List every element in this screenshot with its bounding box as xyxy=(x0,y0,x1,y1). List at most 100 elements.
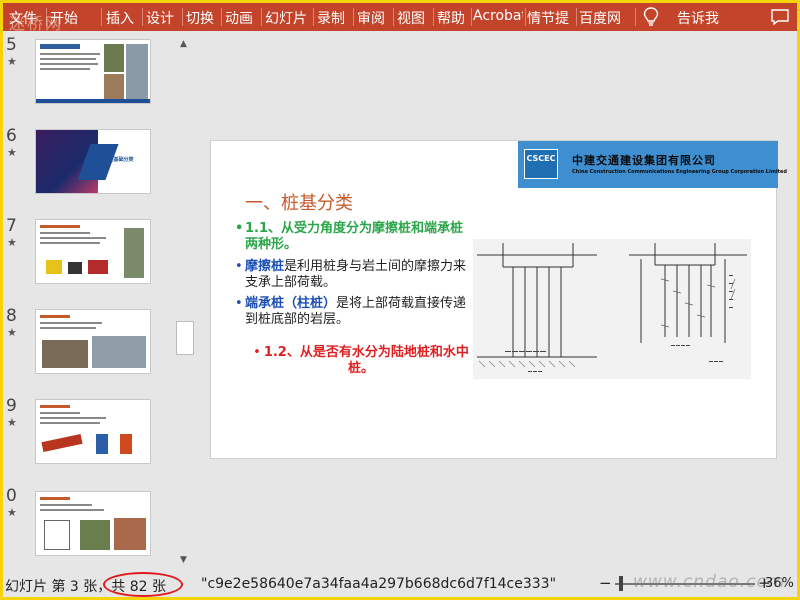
tab-separator xyxy=(46,8,47,26)
tab-review[interactable]: 审阅 xyxy=(357,8,391,28)
slide-title[interactable]: 一、桩基分类 xyxy=(245,189,353,215)
company-logo: CSCEC xyxy=(524,149,558,179)
editor-scrollbar[interactable] xyxy=(789,31,797,571)
thumb-text-line xyxy=(40,417,106,419)
tab-separator xyxy=(433,8,434,26)
tab-separator xyxy=(313,8,314,26)
animation-star-icon: ★ xyxy=(7,236,17,249)
bullet-text: 1.1、从受力角度分为摩擦桩和端承桩两种形。 xyxy=(245,221,464,252)
scroll-down-icon[interactable]: ▼ xyxy=(180,555,187,565)
thumb-title-bar xyxy=(40,225,80,228)
tab-acrobat[interactable]: Acrobat xyxy=(473,8,523,24)
thumb-text-line xyxy=(40,242,100,244)
slide-thumbnail-8[interactable] xyxy=(35,309,151,374)
slide-thumbnail-5[interactable] xyxy=(35,39,151,104)
bullet-marker: • xyxy=(235,221,244,236)
tab-file[interactable]: 文件 xyxy=(9,8,43,28)
tab-separator xyxy=(525,8,526,26)
bullet-marker: • xyxy=(253,345,261,360)
bullet-force-classification[interactable]: • 1.1、从受力角度分为摩擦桩和端承桩两种形。 xyxy=(235,221,470,253)
thumb-text-line xyxy=(40,232,90,234)
tab-separator xyxy=(221,8,222,26)
tab-separator xyxy=(393,8,394,26)
thumb-text-line xyxy=(40,68,90,70)
thumb-photo xyxy=(41,433,83,453)
thumb-title-bar xyxy=(40,497,70,500)
comment-icon[interactable] xyxy=(770,8,790,30)
slide-thumbnail-7[interactable] xyxy=(35,219,151,284)
thumbnail-number: 0 xyxy=(6,486,17,506)
animation-star-icon: ★ xyxy=(7,326,17,339)
company-name-cn: 中建交通建设集团有限公司 xyxy=(572,154,716,167)
animation-star-icon: ★ xyxy=(7,146,17,159)
thumb-photo xyxy=(68,262,82,274)
thumb-photo xyxy=(80,520,110,550)
tab-separator xyxy=(353,8,354,26)
slide-name: "c9e2e58640e7a34faa4a297b668dc6d7f14ce33… xyxy=(201,576,557,592)
tab-insert[interactable]: 插入 xyxy=(106,8,140,28)
thumb-text-line xyxy=(40,53,100,55)
thumb-footer-bar xyxy=(36,99,150,103)
pile-diagram-image[interactable] xyxy=(473,239,751,379)
thumb-photo xyxy=(104,74,124,100)
slide-thumbnail-6[interactable]: 2、桩基础分类 xyxy=(35,129,151,194)
bullet-friction-pile[interactable]: • 摩擦桩是利用桩身与岩土间的摩擦力来支承上部荷载。 xyxy=(235,259,470,291)
zoom-level[interactable]: 36% xyxy=(765,576,794,591)
scroll-up-icon[interactable]: ▲ xyxy=(180,39,187,49)
status-bar: 幻灯片 第 3 张，共 82 张 "c9e2e58640e7a34faa4a29… xyxy=(3,571,797,597)
tab-design[interactable]: 设计 xyxy=(146,8,180,28)
thumbnail-scrollbar[interactable]: ▲ ▼ xyxy=(174,31,196,571)
scrollbar-thumb[interactable] xyxy=(176,321,194,355)
thumb-title-bar xyxy=(40,44,80,49)
thumb-photo xyxy=(92,336,146,368)
tab-storyboard[interactable]: 情节提 xyxy=(527,8,573,28)
thumb-title-bar xyxy=(40,405,70,408)
red-circle-annotation xyxy=(103,572,183,597)
ribbon-tab-bar: 迷桥网 文件 开始 插入 设计 切换 动画 幻灯片 录制 审阅 视图 帮助 Ac… xyxy=(3,3,797,33)
thumb-section-title: 2、桩基础分类 xyxy=(100,157,134,163)
thumb-photo xyxy=(46,260,62,274)
thumb-text-line xyxy=(40,237,106,239)
current-slide[interactable]: CSCEC 中建交通建设集团有限公司 China Construction Co… xyxy=(210,140,787,459)
slide-thumbnail-panel[interactable]: 5 ★ 6 ★ 2、桩基础分类 7 ★ 8 ★ 9 ★ 0 ★ xyxy=(3,31,173,571)
thumbnail-number: 7 xyxy=(6,216,17,236)
thumb-photo xyxy=(124,228,144,278)
tab-record[interactable]: 录制 xyxy=(317,8,351,28)
animation-star-icon: ★ xyxy=(7,416,17,429)
thumb-title-bar xyxy=(40,315,70,318)
thumbnail-number: 9 xyxy=(6,396,17,416)
tab-animations[interactable]: 动画 xyxy=(225,8,259,28)
tab-view[interactable]: 视图 xyxy=(397,8,431,28)
company-name-en: China Construction Communications Engine… xyxy=(572,169,787,175)
animation-star-icon: ★ xyxy=(7,506,17,519)
zoom-out-button[interactable]: − xyxy=(599,574,612,592)
bullet-water-classification[interactable]: • 1.2、从是否有水分为陆地桩和水中桩。 xyxy=(251,345,471,377)
tab-slideshow[interactable]: 幻灯片 xyxy=(265,8,309,28)
lightbulb-icon[interactable] xyxy=(643,7,659,31)
thumb-text-line xyxy=(40,327,96,329)
tell-me-search[interactable]: 告诉我 xyxy=(677,8,719,28)
bullet-marker: • xyxy=(235,259,243,274)
zoom-slider-thumb[interactable] xyxy=(619,576,623,591)
bullet-end-bearing-pile[interactable]: • 端承桩（柱桩）是将上部荷载直接传递到桩底部的岩层。 xyxy=(235,296,475,328)
thumb-photo xyxy=(88,260,108,274)
thumb-text-line xyxy=(40,63,98,65)
slide-thumbnail-9[interactable] xyxy=(35,399,151,464)
thumb-photo xyxy=(126,44,148,100)
slide-thumbnail-10[interactable] xyxy=(35,491,151,556)
thumb-photo xyxy=(120,434,132,454)
bullet-marker: • xyxy=(235,296,243,311)
thumb-text-line xyxy=(40,412,80,414)
tab-transitions[interactable]: 切换 xyxy=(186,8,220,28)
term-end-bearing-pile: 端承桩（柱桩） xyxy=(245,296,337,311)
tab-separator xyxy=(576,8,577,26)
tab-baidu[interactable]: 百度网 xyxy=(579,8,631,28)
thumbnail-number: 5 xyxy=(6,35,17,55)
tab-home[interactable]: 开始 xyxy=(50,8,82,28)
zoom-slider[interactable] xyxy=(615,583,755,585)
thumb-photo xyxy=(42,340,88,368)
tab-separator xyxy=(142,8,143,26)
tab-help[interactable]: 帮助 xyxy=(437,8,471,28)
company-header: CSCEC 中建交通建设集团有限公司 China Construction Co… xyxy=(518,141,787,188)
thumb-photo xyxy=(104,44,124,72)
